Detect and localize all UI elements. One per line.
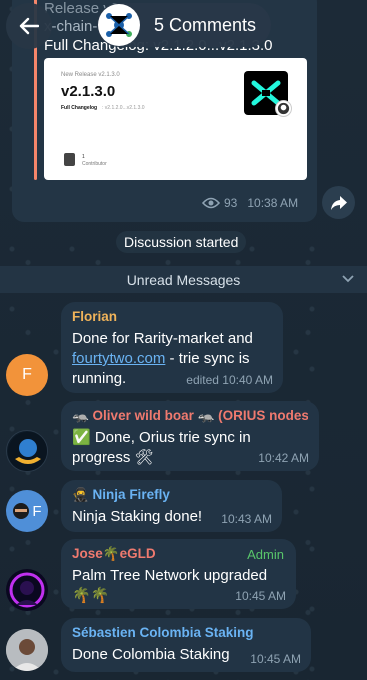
avatar-letter: F [22, 366, 32, 383]
arrow-left-icon [19, 17, 39, 35]
orius-logo-icon [8, 432, 47, 471]
link-preview-card[interactable]: New Release v2.1.3.0 v2.1.3.0 Full Chang… [44, 58, 307, 180]
views-count: 93 [224, 196, 238, 210]
message-time: edited 10:40 AM [186, 373, 273, 387]
github-icon [275, 100, 292, 117]
share-button[interactable] [322, 186, 355, 219]
admin-badge: Admin [247, 547, 284, 562]
comments-count-title: 5 Comments [154, 14, 257, 35]
unread-messages-bar: Unread Messages [0, 266, 367, 293]
channel-avatar[interactable] [98, 4, 140, 46]
comments-header[interactable]: 5 Comments [97, 3, 271, 47]
neon-portrait-icon [9, 572, 45, 608]
preview-contrib-count: 1 [82, 154, 85, 160]
avatar-florian[interactable]: F [6, 354, 48, 396]
preview-release-label: New Release v2.1.3.0 [61, 72, 120, 78]
message-time: 10:42 AM [258, 451, 309, 465]
avatar-letter: F [32, 502, 42, 520]
message-sender[interactable]: Sébastien Colombia Staking [72, 625, 300, 641]
message-time: 10:45 AM [235, 589, 286, 603]
avatar-ninja[interactable]: F [6, 490, 48, 532]
views-eye-icon [202, 197, 220, 209]
preview-range: : v2.1.2.0...v2.1.3.0 [102, 105, 145, 111]
contributor-avatar-icon [64, 153, 75, 166]
message-sender[interactable]: 🥷 Ninja Firefly [72, 487, 271, 503]
discussion-started-label: Discussion started [116, 231, 247, 253]
message-bubble-ninja[interactable]: 🥷 Ninja Firefly Ninja Staking done! 10:4… [61, 480, 282, 532]
message-link[interactable]: fourtytwo.com [72, 350, 165, 367]
post-url-partial: x-chain-r [44, 18, 103, 35]
share-arrow-icon [330, 195, 347, 210]
message-sender[interactable]: 🦡 Oliver wild boar 🦡 (ORIUS nodes... [72, 408, 308, 424]
chevron-down-icon[interactable] [341, 272, 355, 286]
message-bubble-florian[interactable]: Florian Done for Rarity-market and fourt… [61, 302, 283, 393]
message-time: 10:43 AM [221, 512, 272, 526]
preview-full-changelog: Full Changelog [61, 105, 98, 111]
preview-version: v2.1.3.0 [61, 83, 116, 100]
avatar-oliver[interactable] [6, 430, 48, 472]
message-text: ✅ Done, Orius trie sync in progress 🛠 [72, 429, 251, 466]
message-time: 10:45 AM [250, 652, 301, 666]
post-meta: 93 10:38 AM [202, 196, 298, 210]
preview-contrib-label: Contributor [82, 161, 107, 167]
post-time: 10:38 AM [247, 196, 299, 210]
avatar-sebastien[interactable] [6, 629, 48, 671]
message-bubble-sebastien[interactable]: Sébastien Colombia Staking Done Colombia… [61, 618, 311, 672]
unread-messages-label: Unread Messages [126, 271, 241, 288]
ninja-icon [13, 503, 29, 519]
message-bubble-oliver[interactable]: 🦡 Oliver wild boar 🦡 (ORIUS nodes... ✅ D… [61, 401, 319, 471]
message-sender[interactable]: Florian [72, 309, 272, 325]
network-logo-icon [106, 13, 132, 37]
message-bubble-jose[interactable]: Jose🌴eGLD Admin Palm Tree Network upgrad… [61, 539, 296, 609]
avatar-jose[interactable] [6, 569, 48, 611]
back-button[interactable] [6, 3, 52, 49]
person-photo-icon [6, 629, 48, 671]
